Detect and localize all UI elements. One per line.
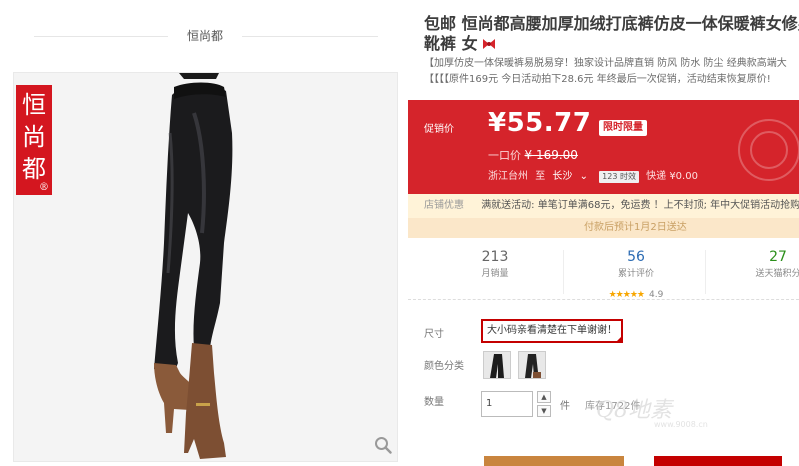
original-price-label: 一口价 [488,149,521,162]
original-price-row: 一口价 ¥ 169.00 [488,147,578,163]
express-fee: 快递 ¥0.00 [646,171,698,182]
timing-tag: 123 时效 [599,171,639,183]
bow-icon [482,39,495,49]
ship-from: 浙江台州 [488,171,528,182]
stat-label: 送天猫积分 [755,269,799,279]
quantity-input[interactable]: 1 [481,391,533,417]
stat-number: 27 [769,249,787,265]
registered-mark: ® [39,182,49,193]
limited-tag: 限时限量 [599,120,647,136]
rating-value: 4.9 [649,290,664,300]
watermark-url: www.9008.cn [654,420,708,429]
tmall-points: 27 送天猫积分 [713,248,799,282]
promo-label: 店铺优惠 [424,200,464,211]
logo-char: 尚 [22,123,46,151]
color-swatch[interactable] [483,351,511,379]
stat-label: 月销量 [481,269,509,279]
promo-price-label: 促销价 [424,124,454,135]
color-label: 颜色分类 [424,361,464,372]
divider [34,36,168,37]
divider [705,250,706,294]
stat-number: 213 [481,249,509,265]
swatch-image [484,352,510,378]
color-swatch[interactable] [518,351,546,379]
quantity-label: 数量 [424,397,444,408]
logo-char: 恒 [22,91,46,119]
monthly-sales: 213 月销量 [430,248,560,282]
swatch-image [519,352,545,378]
stat-label: 累计评价 [617,269,654,279]
brand-logo: 恒 尚 都 ® [16,85,52,195]
stats-row: 213 月销量 56 累计评价 ★★★★★ 4.9 27 送天猫积分 [408,242,799,300]
product-title: 包邮 恒尚都高腰加厚加绒打底裤仿皮一体保暖裤女修身 靴裤 女 [424,14,799,54]
review-count[interactable]: 56 累计评价 ★★★★★ 4.9 [571,248,701,301]
promo-price: ¥55.77 [488,108,592,138]
title-line: 包邮 恒尚都高腰加厚加绒打底裤仿皮一体保暖裤女修身 [424,14,799,33]
size-label: 尺寸 [424,329,444,340]
buy-now-button[interactable] [484,456,624,466]
product-subtitle: 【加厚仿皮一体保暖裤易脱易穿！独家设计品牌直销 防风 防水 防尘 经典款高端大 [424,58,787,69]
store-name[interactable]: 恒尚都 [168,27,242,44]
decorative-pattern [738,119,799,181]
original-price: ¥ 169.00 [524,148,578,162]
divider [242,36,378,37]
magnifier-icon[interactable] [374,436,392,454]
ship-to-dropdown[interactable]: 长沙 ⌄ [552,171,592,182]
ship-to-label: 至 [535,171,546,182]
store-promo-bar: 店铺优惠 满就送活动: 单笔订单满68元，免运费 ！上不封顶; 年中大促销活动抢… [408,194,799,218]
product-promo-note: 【【【【原件169元 今日活动拍下28.6元 年终最后一次促销，活动结束恢复原价… [424,74,771,85]
product-image-gallery[interactable]: 恒 尚 都 ® [13,72,398,462]
size-option-text: 大小码亲看清楚在下单谢谢！ [487,325,617,336]
watermark: Q8地素 www.9008.cn [596,392,796,442]
quantity-increase-button[interactable]: ▲ [537,391,551,403]
delivery-notice: 付款后预计1月2日送达 [408,218,799,238]
stat-number: 56 [627,249,645,265]
logo-char: 都 [22,155,46,183]
price-panel: 促销价 ¥55.77 限时限量 一口价 ¥ 169.00 浙江台州 至 长沙 ⌄… [408,100,799,194]
title-line: 靴裤 女 [424,34,478,53]
ship-to-city: 长沙 [552,171,573,182]
selected-check-icon [615,335,623,343]
store-header: 恒尚都 [0,0,420,72]
shipping-row: 浙江台州 至 长沙 ⌄ 123 时效 快递 ¥0.00 [488,167,702,183]
size-option-selected[interactable]: 大小码亲看清楚在下单谢谢！ [481,319,623,343]
chevron-down-icon: ⌄ [579,171,588,182]
add-to-cart-button[interactable] [654,456,782,466]
promo-text: 满就送活动: 单笔订单满68元，免运费 ！上不封顶; 年中大促销活动抢购 [481,200,799,211]
product-photo [154,73,233,459]
star-rating-icon: ★★★★★ [608,290,645,300]
divider [563,250,564,294]
quantity-unit: 件 [560,401,570,412]
quantity-decrease-button[interactable]: ▼ [537,405,551,417]
